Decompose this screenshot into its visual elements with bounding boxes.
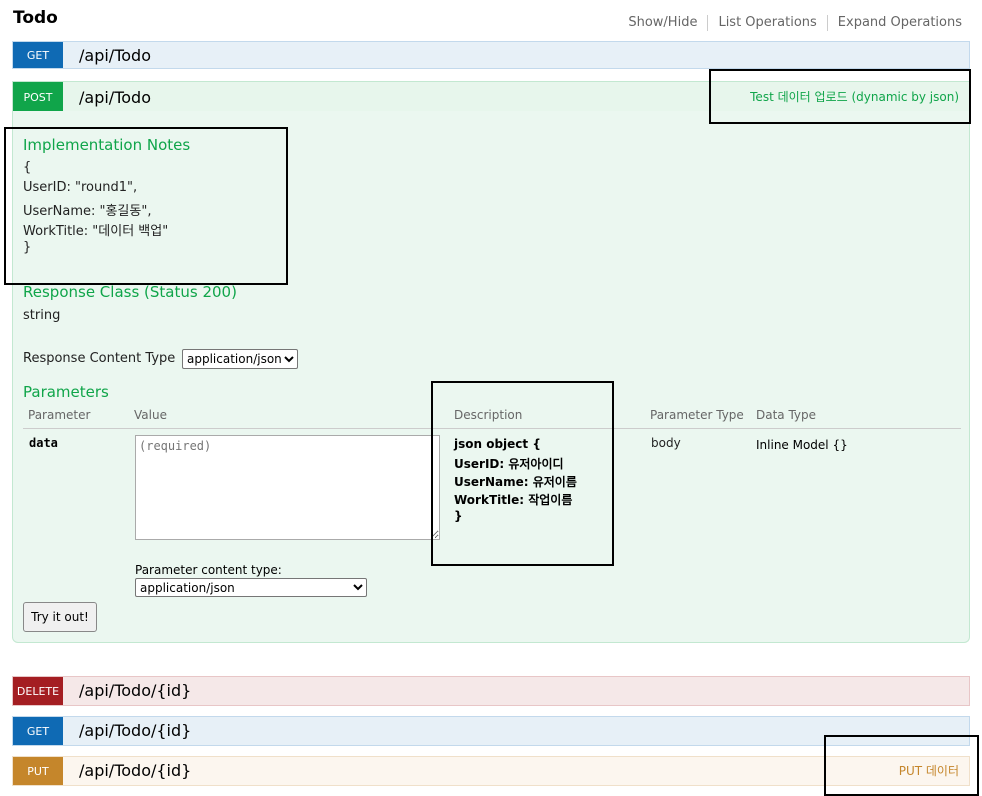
operation-put-todo-id[interactable]: PUT /api/Todo/{id} PUT 데이터 (12, 756, 970, 786)
resource-title[interactable]: Todo (13, 8, 58, 28)
resource-links: Show/Hide List Operations Expand Operati… (618, 15, 962, 31)
operation-path[interactable]: /api/Todo (79, 42, 151, 70)
param-data-type-link[interactable]: Inline Model {} (756, 438, 848, 452)
header-data-type: Data Type (756, 408, 817, 422)
implementation-note-line: UserName: "홍길동", (23, 204, 152, 219)
operation-summary[interactable]: PUT 데이터 (899, 757, 959, 785)
method-badge-delete[interactable]: DELETE (13, 677, 63, 705)
param-value-input[interactable] (135, 435, 440, 540)
implementation-note-line: { (23, 160, 32, 175)
param-description-line: WorkTitle: 작업이름 (454, 493, 573, 507)
param-description-line: json object { (454, 437, 541, 451)
show-hide-link[interactable]: Show/Hide (618, 15, 707, 31)
header-description: Description (454, 408, 523, 422)
param-description-line: UserID: 유저아이디 (454, 457, 564, 471)
implementation-note-line: WorkTitle: "데이터 백업" (23, 224, 169, 239)
try-it-out-button[interactable]: Try it out! (23, 602, 97, 632)
operation-get-todo[interactable]: GET /api/Todo (12, 41, 970, 69)
parameters-table-header: Parameter Value Description Parameter Ty… (23, 408, 961, 429)
expand-operations-link[interactable]: Expand Operations (828, 15, 962, 31)
header-parameter: Parameter (28, 408, 91, 422)
response-class-value: string (23, 308, 61, 323)
header-value: Value (134, 408, 167, 422)
response-content-type-select[interactable]: application/json (182, 349, 298, 369)
implementation-note-line: } (23, 240, 32, 255)
param-name: data (29, 436, 58, 450)
operation-path[interactable]: /api/Todo (79, 82, 151, 113)
method-badge-get[interactable]: GET (13, 42, 63, 68)
param-description-line: } (454, 509, 463, 523)
param-type: body (651, 436, 681, 450)
parameters-heading: Parameters (23, 383, 109, 401)
implementation-notes-heading: Implementation Notes (23, 136, 191, 154)
param-description-line: UserName: 유저이름 (454, 475, 577, 489)
response-class-heading: Response Class (Status 200) (23, 283, 237, 301)
header-parameter-type: Parameter Type (650, 408, 744, 422)
operation-path[interactable]: /api/Todo/{id} (79, 677, 191, 705)
response-content-type-label: Response Content Type (23, 351, 176, 366)
method-badge-get[interactable]: GET (13, 717, 63, 745)
operation-path[interactable]: /api/Todo/{id} (79, 757, 191, 785)
operation-get-todo-id[interactable]: GET /api/Todo/{id} (12, 716, 970, 746)
param-content-type-select[interactable]: application/json (135, 578, 367, 597)
operation-path[interactable]: /api/Todo/{id} (79, 717, 191, 745)
operation-post-todo[interactable]: POST /api/Todo Test 데이터 업로드 (dynamic by … (12, 81, 970, 112)
param-content-type-label: Parameter content type: (135, 563, 282, 577)
implementation-note-line: UserID: "round1", (23, 180, 138, 195)
operation-summary[interactable]: Test 데이터 업로드 (dynamic by json) (750, 82, 959, 113)
list-operations-link[interactable]: List Operations (708, 15, 826, 31)
method-badge-put[interactable]: PUT (13, 757, 63, 785)
method-badge-post[interactable]: POST (13, 82, 63, 111)
operation-delete-todo-id[interactable]: DELETE /api/Todo/{id} (12, 676, 970, 706)
